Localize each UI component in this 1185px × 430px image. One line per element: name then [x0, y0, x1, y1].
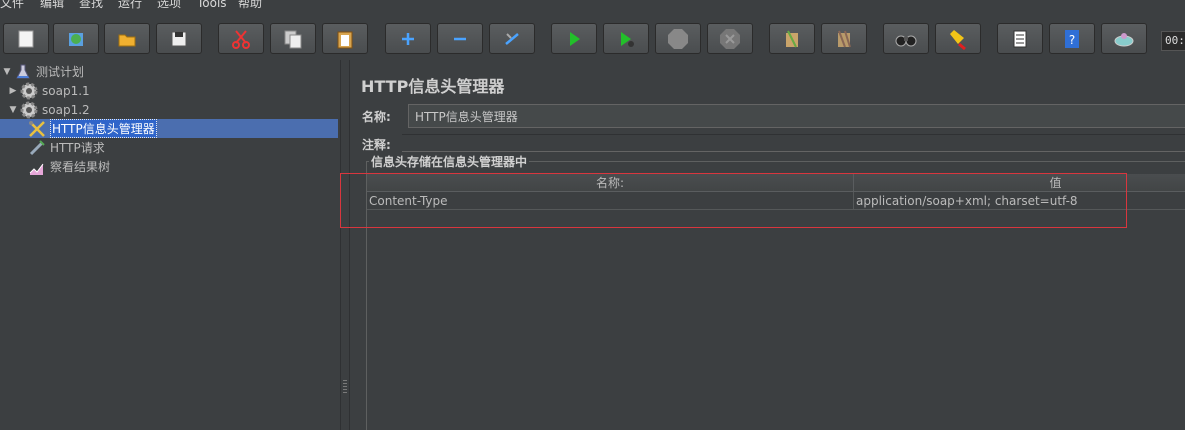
menu-options[interactable]: 选项: [157, 0, 181, 11]
tree-item-view-results-tree[interactable]: 察看结果树: [28, 157, 328, 176]
tree-item-label: soap1.2: [42, 102, 90, 117]
stop-icon: [668, 28, 688, 49]
page-title: HTTP信息头管理器: [361, 77, 505, 96]
menu-run[interactable]: 运行: [118, 0, 142, 11]
headers-group-title: 信息头存储在信息头管理器中: [369, 153, 530, 170]
menu-help[interactable]: 帮助: [238, 0, 262, 11]
search-button[interactable]: [883, 23, 929, 54]
start-button[interactable]: [551, 23, 597, 54]
clear-button[interactable]: [769, 23, 815, 54]
save-icon: [171, 31, 187, 46]
reset-search-button[interactable]: [935, 23, 981, 54]
comment-input[interactable]: [402, 134, 1185, 152]
tree-item-soap12[interactable]: ▼ soap1.2: [8, 100, 338, 119]
tree-item-test-plan[interactable]: ▼ 测试计划: [2, 62, 332, 81]
menu-tools[interactable]: Tools: [197, 0, 227, 11]
expanded-arrow-icon[interactable]: ▼: [2, 67, 12, 77]
toolbar: ? 00:00:00: [0, 12, 1185, 60]
shutdown-button[interactable]: [707, 23, 753, 54]
copy-button[interactable]: [270, 23, 316, 54]
tree-item-label: soap1.1: [42, 83, 90, 98]
remote-button[interactable]: [1101, 23, 1147, 54]
start-icon: [570, 31, 580, 46]
new-button[interactable]: [3, 23, 49, 54]
header-value-cell[interactable]: application/soap+xml; charset=utf-8: [854, 192, 1185, 210]
gear-icon: [20, 101, 38, 119]
tree-item-soap11[interactable]: ▶ soap1.1: [8, 81, 338, 100]
table-header: 名称: 值: [367, 174, 1185, 192]
clear-all-icon: [838, 30, 851, 47]
header-name-cell[interactable]: Content-Type: [367, 192, 854, 210]
paste-icon: [337, 31, 353, 48]
open-icon: [118, 34, 136, 46]
start-no-timers-button[interactable]: [603, 23, 649, 54]
search-icon: [895, 35, 917, 46]
tree-item-label: 测试计划: [36, 65, 85, 79]
menu-file[interactable]: 文件: [0, 0, 24, 11]
expanded-arrow-icon[interactable]: ▼: [8, 105, 18, 115]
clear-all-button[interactable]: [821, 23, 867, 54]
name-input[interactable]: [408, 104, 1185, 128]
test-plan-tree[interactable]: ▼ 测试计划 ▶ soap1.1 ▼ soap1.2 HTTP信息头管理器 HT…: [0, 60, 340, 430]
name-label: 名称:: [362, 110, 391, 124]
tree-item-label: 察看结果树: [50, 160, 111, 174]
stop-button[interactable]: [655, 23, 701, 54]
expand-icon: [402, 32, 414, 45]
copy-icon: [284, 30, 302, 48]
menu-bar: 文件 编辑 查找 运行 选项 Tools 帮助: [0, 0, 1185, 12]
collapse-icon: [454, 37, 466, 40]
menu-search[interactable]: 查找: [79, 0, 103, 11]
collapsed-arrow-icon[interactable]: ▶: [8, 86, 18, 96]
remote-icon: [1114, 32, 1134, 46]
toggle-button[interactable]: [489, 23, 535, 54]
expand-button[interactable]: [385, 23, 431, 54]
menu-edit[interactable]: 编辑: [40, 0, 64, 11]
flask-icon: [14, 63, 32, 81]
column-header-value[interactable]: 值: [854, 174, 1185, 192]
comment-label: 注释:: [362, 138, 391, 152]
shutdown-icon: [720, 28, 740, 49]
headers-table[interactable]: 名称: 值 Content-Type application/soap+xml;…: [367, 174, 1185, 430]
collapse-button[interactable]: [437, 23, 483, 54]
clear-icon: [786, 30, 798, 47]
templates-button[interactable]: [53, 23, 99, 54]
cut-button[interactable]: [218, 23, 264, 54]
new-icon: [18, 30, 34, 47]
tree-item-label: HTTP请求: [50, 141, 105, 155]
tree-item-http-header-manager[interactable]: HTTP信息头管理器: [0, 119, 338, 138]
panel-splitter[interactable]: [340, 60, 350, 430]
graph-icon: [28, 158, 46, 176]
svg-text:?: ?: [1069, 33, 1075, 47]
function-helper-button[interactable]: [997, 23, 1043, 54]
tree-item-http-request[interactable]: HTTP请求: [28, 138, 328, 157]
toggle-icon: [505, 32, 519, 45]
open-button[interactable]: [104, 23, 150, 54]
tree-item-label: HTTP信息头管理器: [50, 119, 157, 138]
tools-icon: [28, 120, 46, 138]
table-row[interactable]: Content-Type application/soap+xml; chars…: [367, 192, 1185, 210]
help-button[interactable]: ?: [1049, 23, 1095, 54]
column-header-name[interactable]: 名称:: [367, 174, 854, 192]
templates-icon: [69, 32, 83, 46]
help-icon: ?: [1065, 29, 1079, 48]
pen-icon: [28, 139, 46, 157]
reset-search-icon: [950, 29, 966, 50]
elapsed-time: 00:00:00: [1161, 31, 1185, 51]
paste-button[interactable]: [322, 23, 368, 54]
save-button[interactable]: [156, 23, 202, 54]
config-panel: HTTP信息头管理器 名称: 注释: 信息头存储在信息头管理器中 名称: 值 C…: [350, 60, 1185, 430]
start-no-timers-icon: [621, 31, 634, 47]
splitter-grip-icon[interactable]: [343, 380, 347, 394]
gear-icon: [20, 82, 38, 100]
cut-icon: [232, 29, 250, 49]
function-helper-icon: [1013, 30, 1027, 47]
